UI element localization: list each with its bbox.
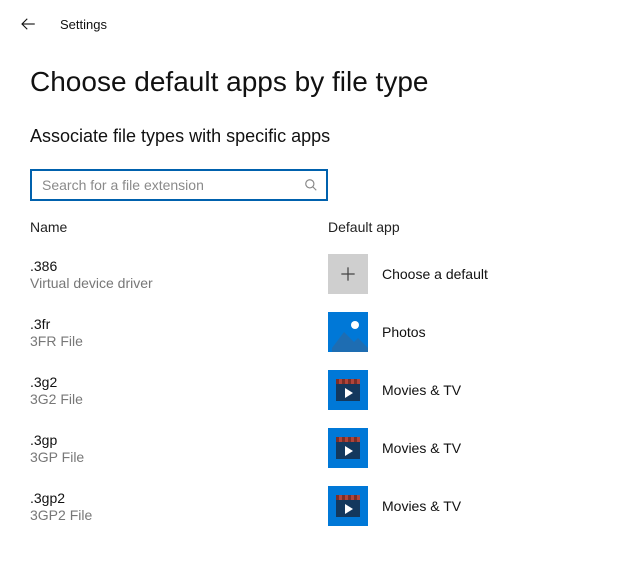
file-type-row: .3gp23GP2 File Movies & TV [30, 477, 610, 535]
file-type-cell: .3fr3FR File [30, 316, 328, 349]
file-description: 3G2 File [30, 391, 328, 407]
column-headers: Name Default app [30, 219, 610, 235]
file-type-cell: .3gp23GP2 File [30, 490, 328, 523]
file-type-list: .386Virtual device driver Choose a defaul… [30, 245, 610, 535]
movies-app-icon [328, 428, 368, 468]
page-title: Choose default apps by file type [30, 66, 610, 98]
file-description: 3GP2 File [30, 507, 328, 523]
file-description: 3FR File [30, 333, 328, 349]
file-extension: .3gp [30, 432, 328, 448]
main: Choose default apps by file type Associa… [0, 44, 640, 535]
file-type-row: .3gp3GP File Movies & TV [30, 419, 610, 477]
file-extension: .3fr [30, 316, 328, 332]
column-name: Name [30, 219, 328, 235]
file-extension: .3g2 [30, 374, 328, 390]
default-app-name: Photos [382, 324, 426, 340]
default-app-button[interactable]: Movies & TV [328, 486, 610, 526]
page-subtitle: Associate file types with specific apps [30, 126, 610, 147]
header: Settings [0, 0, 640, 44]
default-app-button[interactable]: Movies & TV [328, 370, 610, 410]
default-app-button[interactable]: Photos [328, 312, 610, 352]
back-button[interactable] [14, 10, 42, 38]
photos-app-icon [328, 312, 368, 352]
file-type-row: .386Virtual device driver Choose a defaul… [30, 245, 610, 303]
file-description: Virtual device driver [30, 275, 328, 291]
default-app-name: Movies & TV [382, 440, 461, 456]
file-type-cell: .386Virtual device driver [30, 258, 328, 291]
search-input[interactable] [40, 176, 304, 194]
file-type-row: .3fr3FR File Photos [30, 303, 610, 361]
file-extension: .386 [30, 258, 328, 274]
default-app-name: Movies & TV [382, 498, 461, 514]
default-app-button[interactable]: Movies & TV [328, 428, 610, 468]
default-app-name: Movies & TV [382, 382, 461, 398]
movies-app-icon [328, 486, 368, 526]
search-box[interactable] [30, 169, 328, 201]
back-arrow-icon [19, 15, 37, 33]
plus-icon [328, 254, 368, 294]
movies-app-icon [328, 370, 368, 410]
search-icon [304, 178, 318, 192]
file-type-cell: .3gp3GP File [30, 432, 328, 465]
column-default-app: Default app [328, 219, 610, 235]
file-type-cell: .3g23G2 File [30, 374, 328, 407]
file-description: 3GP File [30, 449, 328, 465]
default-app-name: Choose a default [382, 266, 488, 282]
default-app-button[interactable]: Choose a default [328, 254, 610, 294]
file-type-row: .3g23G2 File Movies & TV [30, 361, 610, 419]
file-extension: .3gp2 [30, 490, 328, 506]
header-title: Settings [60, 17, 107, 32]
